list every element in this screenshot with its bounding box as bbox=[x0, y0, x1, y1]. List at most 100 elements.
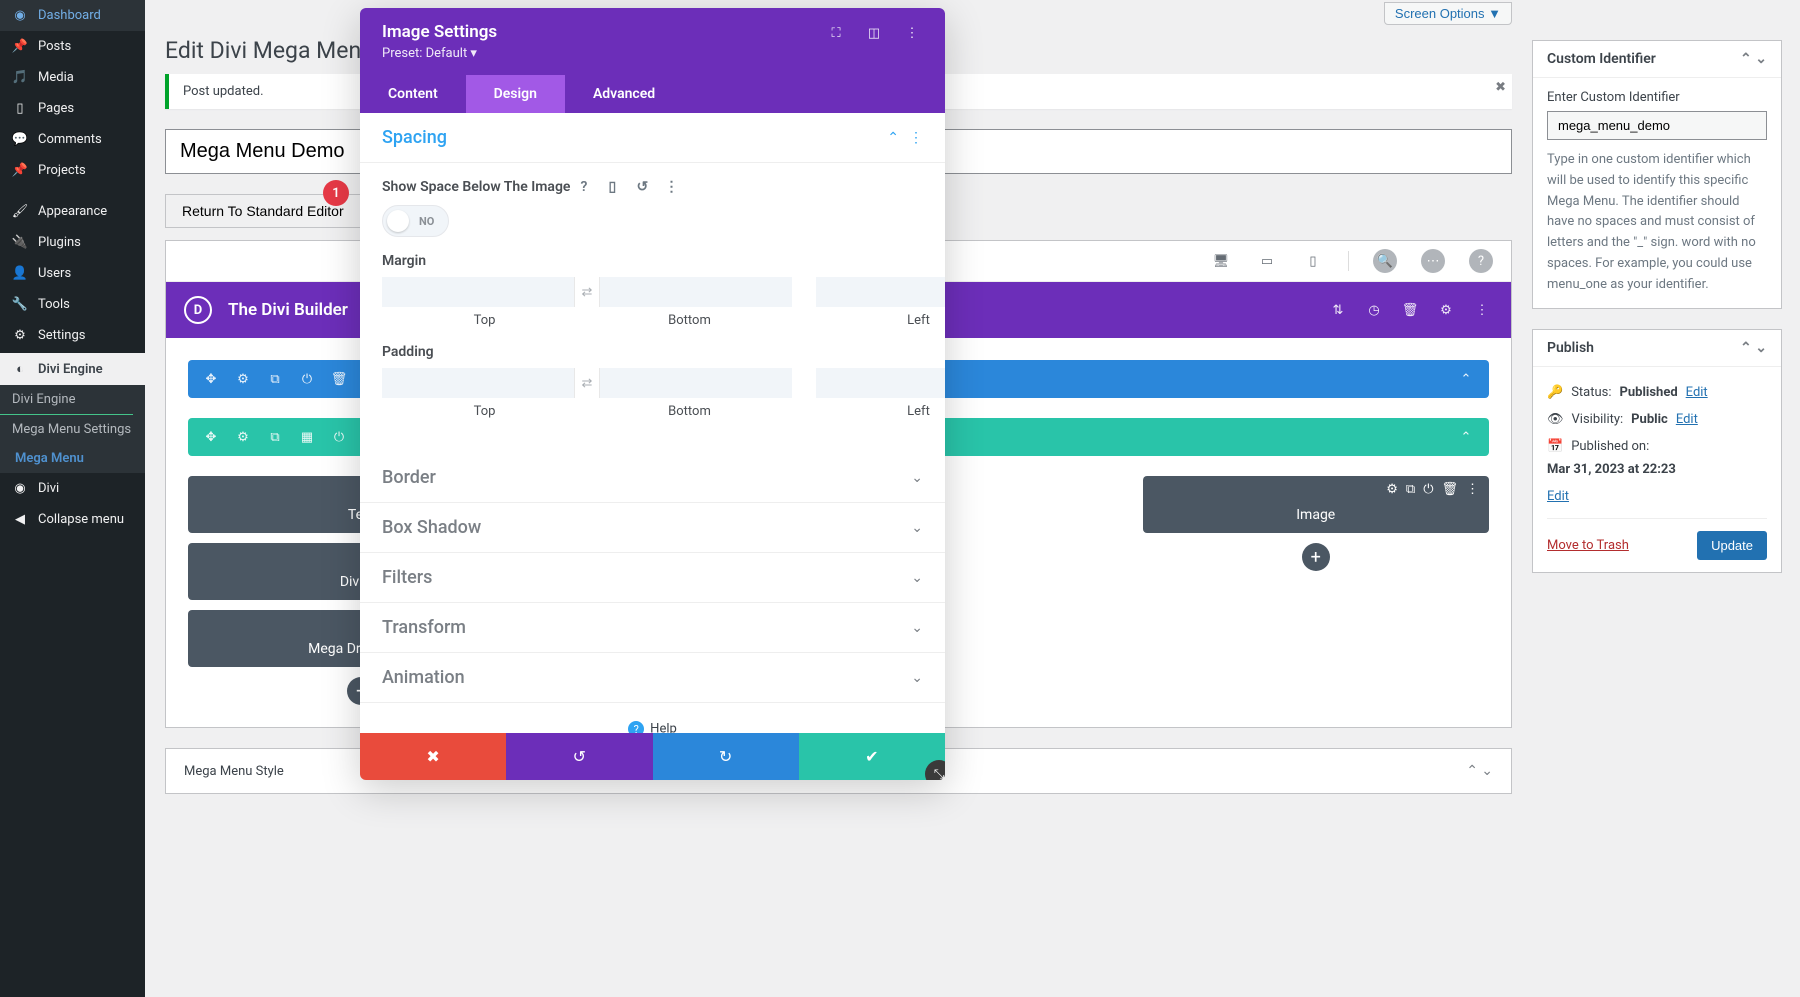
tablet-icon[interactable]: ▭ bbox=[1256, 250, 1278, 272]
move-icon[interactable]: ✥ bbox=[200, 426, 222, 448]
chevron-up-icon[interactable]: ⌃ bbox=[1455, 368, 1477, 390]
desktop-icon[interactable]: 🖥 bbox=[1210, 250, 1232, 272]
chevron-down-icon[interactable]: ⌄ bbox=[1755, 340, 1767, 356]
padding-top-input[interactable] bbox=[382, 368, 574, 398]
chevron-up-icon[interactable]: ⌃ bbox=[1740, 51, 1752, 67]
margin-left-input[interactable] bbox=[816, 277, 945, 307]
trash-icon[interactable]: 🗑 bbox=[1399, 299, 1421, 321]
sidebar-item-settings[interactable]: ⚙Settings bbox=[0, 320, 145, 351]
help-icon[interactable]: ? bbox=[580, 179, 598, 195]
menu-icon[interactable]: ⋮ bbox=[1471, 299, 1493, 321]
section-spacing-header[interactable]: Spacing ⌃ ⋮ bbox=[360, 113, 945, 163]
sidebar-item-divi[interactable]: ◉Divi bbox=[0, 473, 145, 504]
key-icon: 🔑 bbox=[1547, 385, 1563, 400]
help-link[interactable]: ?Help bbox=[360, 703, 945, 733]
sidebar-item-media[interactable]: 🎵Media bbox=[0, 62, 145, 93]
power-icon[interactable]: ⏻ bbox=[1423, 482, 1433, 497]
link-icon[interactable]: ⇄ bbox=[574, 368, 600, 398]
sidebar-item-projects[interactable]: 📌Projects bbox=[0, 155, 145, 186]
metabox-head[interactable]: Custom Identifier ⌃ ⌄ bbox=[1533, 41, 1781, 78]
link-icon[interactable]: ⇄ bbox=[574, 277, 600, 307]
edit-date-link[interactable]: Edit bbox=[1547, 489, 1569, 504]
menu-icon[interactable]: ⋮ bbox=[901, 22, 923, 44]
sidebar-item-collapse[interactable]: ◀Collapse menu bbox=[0, 504, 145, 535]
padding-bottom-input[interactable] bbox=[600, 368, 792, 398]
menu-icon[interactable]: ⋮ bbox=[1466, 482, 1479, 497]
zoom-icon[interactable]: 🔍 bbox=[1373, 249, 1397, 273]
gear-icon[interactable]: ⚙ bbox=[1386, 482, 1398, 497]
gear-icon[interactable]: ⚙ bbox=[1435, 299, 1457, 321]
sidebar-item-comments[interactable]: 💬Comments bbox=[0, 124, 145, 155]
save-button[interactable]: ✔ bbox=[799, 733, 945, 780]
sidebar-sub-divi-engine[interactable]: Divi Engine bbox=[0, 385, 145, 414]
tab-advanced[interactable]: Advanced bbox=[565, 75, 683, 113]
move-to-trash-link[interactable]: Move to Trash bbox=[1547, 538, 1629, 553]
trash-icon[interactable]: 🗑 bbox=[1441, 482, 1458, 497]
phone-icon[interactable]: ▯ bbox=[1302, 250, 1324, 272]
menu-icon[interactable]: ⋮ bbox=[664, 179, 682, 195]
snap-icon[interactable]: ◫ bbox=[863, 22, 885, 44]
phone-icon[interactable]: ▯ bbox=[608, 179, 626, 195]
move-icon[interactable]: ✥ bbox=[200, 368, 222, 390]
sidebar-item-users[interactable]: 👤Users bbox=[0, 258, 145, 289]
metabox-head[interactable]: Publish ⌃ ⌄ bbox=[1533, 330, 1781, 367]
menu-icon[interactable]: ⋮ bbox=[909, 130, 923, 146]
chevron-up-icon[interactable]: ⌃ bbox=[887, 130, 899, 146]
margin-bottom-input[interactable] bbox=[600, 277, 792, 307]
dots-icon[interactable]: ⋯ bbox=[1421, 249, 1445, 273]
module-image[interactable]: ⚙⧉⏻🗑⋮ Image bbox=[1143, 476, 1490, 533]
identifier-input[interactable] bbox=[1547, 111, 1767, 140]
sidebar-item-tools[interactable]: 🔧Tools bbox=[0, 289, 145, 320]
padding-left-input[interactable] bbox=[816, 368, 945, 398]
sidebar-item-posts[interactable]: 📌Posts bbox=[0, 31, 145, 62]
power-icon[interactable]: ⏻ bbox=[296, 368, 318, 390]
tab-content[interactable]: Content bbox=[360, 75, 466, 113]
chevron-down-icon: ⌄ bbox=[911, 620, 923, 636]
clone-icon[interactable]: ⧉ bbox=[264, 426, 286, 448]
redo-button[interactable]: ↻ bbox=[653, 733, 799, 780]
trash-icon[interactable]: 🗑 bbox=[328, 368, 350, 390]
gear-icon[interactable]: ⚙ bbox=[232, 426, 254, 448]
sidebar-item-pages[interactable]: ▯Pages bbox=[0, 93, 145, 124]
tab-design[interactable]: Design bbox=[466, 75, 565, 113]
sort-icon[interactable]: ⇅ bbox=[1327, 299, 1349, 321]
chevron-up-icon[interactable]: ⌃ bbox=[1466, 763, 1478, 779]
margin-top-input[interactable] bbox=[382, 277, 574, 307]
section-filters-header[interactable]: Filters⌄ bbox=[360, 553, 945, 603]
undo-button[interactable]: ↺ bbox=[506, 733, 652, 780]
notice-dismiss-icon[interactable]: ✖ bbox=[1495, 80, 1506, 95]
gear-icon[interactable]: ⚙ bbox=[232, 368, 254, 390]
show-space-toggle[interactable]: NO bbox=[382, 205, 449, 237]
screen-options-button[interactable]: Screen Options ▼ bbox=[1384, 2, 1512, 25]
sidebar-item-dashboard[interactable]: ◉Dashboard bbox=[0, 0, 145, 31]
sidebar-item-appearance[interactable]: 🖌Appearance bbox=[0, 196, 145, 227]
columns-icon[interactable]: ▦ bbox=[296, 426, 318, 448]
section-animation-header[interactable]: Animation⌄ bbox=[360, 653, 945, 703]
comment-icon: 💬 bbox=[10, 132, 30, 147]
help-icon[interactable]: ? bbox=[1469, 249, 1493, 273]
preset-dropdown[interactable]: Preset: Default ▾ bbox=[382, 46, 497, 61]
chevron-down-icon[interactable]: ⌄ bbox=[1481, 763, 1493, 779]
update-button[interactable]: Update bbox=[1697, 531, 1767, 560]
sidebar-sub-mega-settings[interactable]: Mega Menu Settings bbox=[0, 415, 145, 444]
chevron-up-icon[interactable]: ⌃ bbox=[1740, 340, 1752, 356]
clone-icon[interactable]: ⧉ bbox=[264, 368, 286, 390]
section-box-shadow-header[interactable]: Box Shadow⌄ bbox=[360, 503, 945, 553]
sidebar-item-divi-engine[interactable]: ◐Divi Engine bbox=[0, 353, 145, 385]
power-icon[interactable]: ⏻ bbox=[328, 426, 350, 448]
chevron-down-icon[interactable]: ⌄ bbox=[1755, 51, 1767, 67]
edit-status-link[interactable]: Edit bbox=[1686, 385, 1708, 400]
reset-icon[interactable]: ↺ bbox=[636, 179, 654, 195]
section-transform-header[interactable]: Transform⌄ bbox=[360, 603, 945, 653]
sidebar-sub-mega-menu[interactable]: Mega Menu bbox=[0, 444, 145, 473]
sidebar-item-plugins[interactable]: 🔌Plugins bbox=[0, 227, 145, 258]
edit-visibility-link[interactable]: Edit bbox=[1676, 412, 1698, 427]
add-module-button[interactable]: + bbox=[1302, 543, 1330, 571]
cancel-button[interactable]: ✖ bbox=[360, 733, 506, 780]
clock-icon[interactable]: ◷ bbox=[1363, 299, 1385, 321]
user-icon: 👤 bbox=[10, 266, 30, 281]
clone-icon[interactable]: ⧉ bbox=[1406, 482, 1415, 497]
chevron-up-icon[interactable]: ⌃ bbox=[1455, 426, 1477, 448]
expand-icon[interactable]: ⛶ bbox=[825, 22, 847, 44]
section-border-header[interactable]: Border⌄ bbox=[360, 453, 945, 503]
